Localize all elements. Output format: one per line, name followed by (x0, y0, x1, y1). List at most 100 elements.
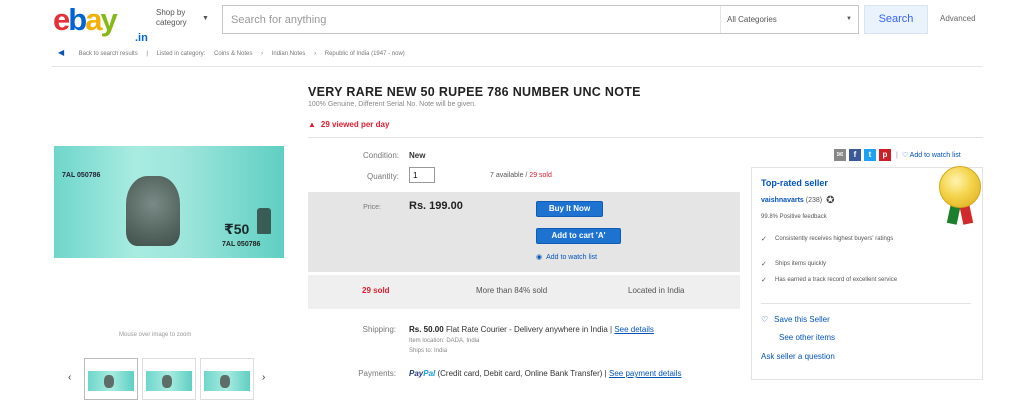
shipping-details-link[interactable]: See details (614, 325, 654, 334)
payments-sep: | (604, 369, 607, 378)
zoom-hint: Mouse over image to zoom (119, 332, 192, 338)
seller-bullet-text: Has earned a track record of excellent s… (775, 277, 898, 283)
location-stat: Located in India (628, 286, 685, 295)
seller-bullet-text: Ships items quickly (775, 261, 827, 267)
back-arrow-icon[interactable]: ◀ (58, 48, 70, 60)
viewed-text: 29 viewed per day (320, 120, 390, 129)
breadcrumb-sep: | (146, 51, 148, 57)
sold-stat: 29 sold (362, 286, 390, 295)
advanced-search-link[interactable]: Advanced (940, 14, 976, 23)
category-select-value: All Categories (727, 15, 777, 24)
add-to-watch-list-link[interactable]: ◉ Add to watch list (536, 253, 597, 261)
breadcrumb: ◀ Back to search results | Listed in cat… (58, 48, 958, 62)
ebay-logo[interactable]: ebay .in (53, 2, 148, 45)
eye-icon: ◉ (536, 254, 543, 261)
thumbnail-image (204, 371, 250, 391)
price-label: Price: (363, 204, 381, 211)
portrait (126, 176, 180, 246)
fire-icon: ▲ (308, 120, 316, 129)
medal-disc (939, 166, 981, 208)
note-value: ₹50 (224, 221, 250, 237)
seller-name-row: vaishnavarts (238) ✪ (761, 195, 834, 206)
condition-label: Condition: (362, 151, 399, 160)
thumbnail[interactable] (84, 358, 138, 400)
heart-icon: ♡ (901, 152, 910, 159)
seller-score[interactable]: (238) (806, 197, 822, 204)
item-subtitle: 100% Genuine, Different Serial No. Note … (308, 101, 476, 108)
shop-by-category-button[interactable]: Shop by category ▼ (156, 8, 209, 28)
watch-list-link[interactable]: ♡ Add to watch list (902, 152, 961, 159)
thumbnail[interactable] (200, 358, 254, 400)
see-other-items-link[interactable]: See other items (779, 333, 835, 342)
availability: 7 available / 29 sold (490, 172, 552, 179)
payment-details-link[interactable]: See payment details (609, 369, 682, 378)
pinterest-icon[interactable]: p (879, 149, 891, 161)
divider (52, 66, 982, 67)
ships-to: Ships to: India (409, 348, 448, 354)
twitter-icon[interactable]: t (864, 149, 876, 161)
buy-it-now-button[interactable]: Buy It Now (536, 201, 603, 217)
seller-bullet-text: Consistently receives highest buyers' ra… (775, 236, 894, 242)
shipping-value: Rs. 50.00 Flat Rate Courier - Delivery a… (409, 325, 654, 334)
positive-feedback: 99.8% Positive feedback (761, 214, 827, 220)
seller-name-link[interactable]: vaishnavarts (761, 197, 804, 204)
checkmark-icon: ✓ (761, 261, 767, 268)
breadcrumb-item-republic[interactable]: Republic of India (1947 - now) (325, 51, 405, 57)
search-button[interactable]: Search (864, 5, 928, 34)
category-select[interactable]: All Categories ▼ (720, 6, 860, 33)
save-seller-label: Save this Seller (774, 315, 830, 324)
shipping-price: Rs. 50.00 (409, 325, 444, 334)
paypal-logo: PayPal (409, 369, 435, 378)
item-location: Item location: DADA, India (409, 338, 480, 344)
seller-bullet: ✓ Ships items quickly (761, 261, 931, 268)
checkmark-icon: ✓ (761, 277, 767, 284)
breadcrumb-item-coins[interactable]: Coins & Notes (214, 51, 252, 57)
watch-link-label: Add to watch list (546, 254, 598, 261)
seller-bullet: ✓ Consistently receives highest buyers' r… (761, 236, 931, 243)
seller-bullet: ✓ Has earned a track record of excellent … (761, 277, 931, 284)
breadcrumb-chevron-icon: › (314, 51, 317, 57)
sold-percentage-stat: More than 84% sold (476, 286, 548, 295)
thumbnail-strip: ‹ › (68, 350, 278, 400)
thumb-prev-arrow-icon[interactable]: ‹ (68, 372, 71, 383)
thumb-next-arrow-icon[interactable]: › (262, 372, 265, 383)
main-product-image[interactable]: 7AL 050786 ₹50 7AL 050786 (54, 146, 284, 258)
share-watch-label: Add to watch list (909, 152, 961, 159)
price-value: Rs. 199.00 (409, 200, 463, 212)
divider (308, 137, 983, 138)
search-bar: All Categories ▼ (222, 5, 859, 34)
payments-desc: (Credit card, Debit card, Online Bank Tr… (437, 369, 603, 378)
breadcrumb-chevron-icon: › (261, 51, 264, 57)
add-to-cart-button[interactable]: Add to cart 'A' (536, 228, 621, 244)
star-icon: ✪ (826, 195, 835, 206)
share-row: ✉ f t p | ♡ Add to watch list (834, 149, 961, 163)
item-title: VERY RARE NEW 50 RUPEE 786 NUMBER UNC NO… (308, 85, 641, 99)
share-sep: | (896, 151, 898, 159)
shipping-desc: Flat Rate Courier - Delivery anywhere in… (445, 325, 608, 334)
thumbnail[interactable] (142, 358, 196, 400)
search-input[interactable] (231, 6, 701, 33)
chevron-down-icon: ▼ (202, 15, 209, 22)
heart-icon: ♡ (761, 315, 769, 324)
paypal-pal: Pal (423, 369, 436, 378)
ask-seller-link[interactable]: Ask seller a question (761, 352, 835, 361)
back-to-results-link[interactable]: Back to search results (79, 51, 138, 57)
viewed-per-day: ▲ 29 viewed per day (308, 120, 389, 129)
header: ebay .in Shop by category ▼ All Categori… (0, 0, 1024, 45)
divider (761, 303, 971, 304)
thumbnail-image (88, 371, 134, 391)
email-icon[interactable]: ✉ (834, 149, 846, 161)
emblem-icon (257, 208, 271, 234)
shop-by-line2: category (156, 18, 187, 27)
payments-value: PayPal (Credit card, Debit card, Online … (409, 369, 681, 378)
top-rated-seller-title: Top-rated seller (761, 178, 828, 188)
facebook-icon[interactable]: f (849, 149, 861, 161)
condition-value: New (409, 151, 426, 160)
listed-in-label: Listed in category: (156, 51, 206, 57)
breadcrumb-item-indian-notes[interactable]: Indian Notes (272, 51, 306, 57)
quantity-input[interactable] (409, 167, 435, 183)
note-serial-left: 7AL 050786 (62, 172, 101, 179)
save-seller-link[interactable]: ♡ Save this Seller (761, 315, 830, 324)
sold-count: 29 sold (529, 172, 552, 179)
logo-letter-y: y (100, 2, 117, 37)
